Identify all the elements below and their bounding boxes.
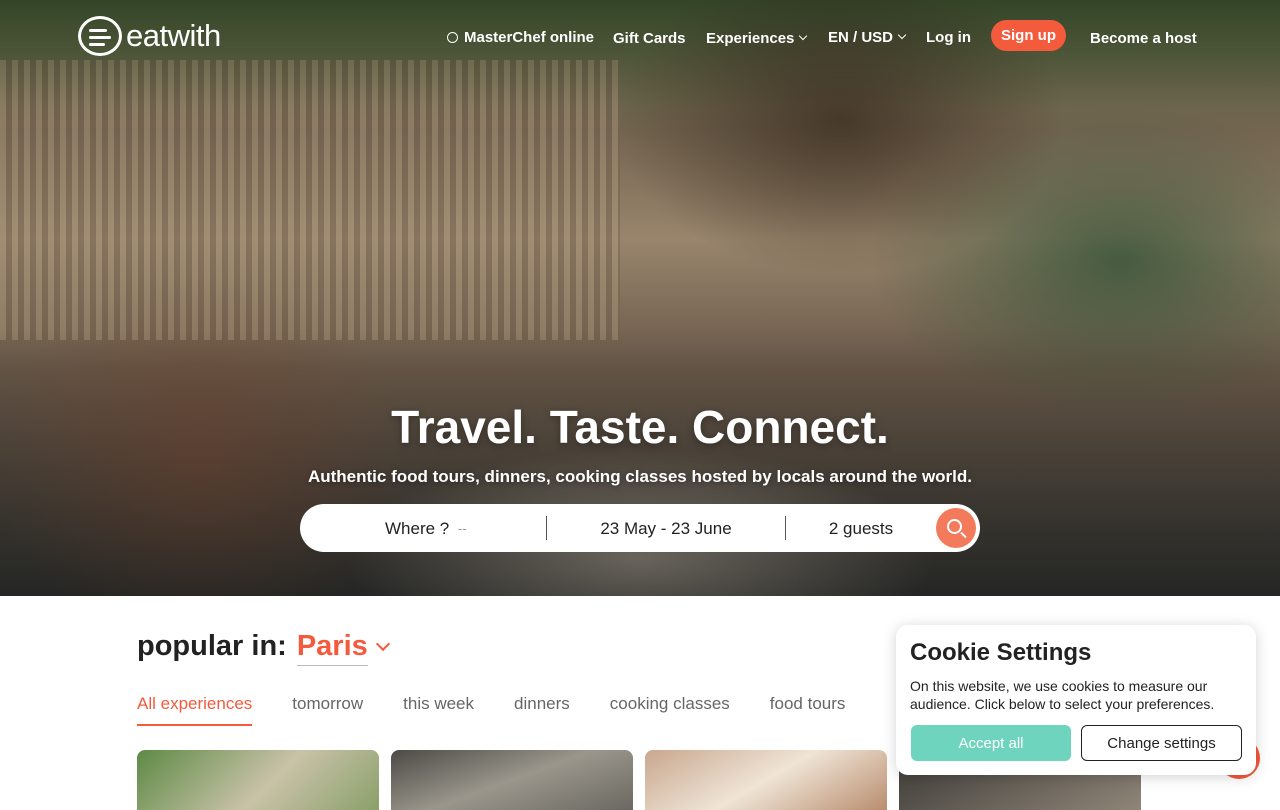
tab-cooking-classes[interactable]: cooking classes [610, 694, 730, 726]
experience-card[interactable] [645, 750, 887, 810]
experience-card[interactable] [137, 750, 379, 810]
guests-field[interactable]: 2 guests [786, 519, 936, 539]
signup-button[interactable]: Sign up [991, 20, 1066, 51]
city-selector[interactable]: Paris [296, 630, 368, 666]
logo-icon [78, 16, 122, 56]
nav-locale[interactable]: EN / USD [828, 24, 907, 50]
cookie-settings-dialog: Cookie Settings On this website, we use … [896, 625, 1256, 775]
where-label: Where ? [385, 519, 450, 538]
cookie-title: Cookie Settings [910, 639, 1092, 666]
popular-heading: popular in: Paris [137, 630, 390, 666]
chevron-down-icon[interactable] [375, 636, 390, 652]
chevron-down-icon [897, 30, 907, 40]
tab-all-experiences[interactable]: All experiences [137, 694, 253, 726]
search-button[interactable] [936, 508, 976, 548]
change-settings-button[interactable]: Change settings [1081, 725, 1242, 761]
eatwith-logo[interactable]: eatwith [78, 16, 221, 56]
hero-headline: Travel. Taste. Connect. [391, 401, 889, 453]
logo-text: eatwith [126, 18, 221, 53]
chevron-down-icon [799, 31, 808, 41]
tab-this-week[interactable]: this week [403, 694, 474, 726]
search-bar: Where ? -- 23 May - 23 June 2 guests [300, 504, 980, 552]
where-input[interactable]: -- [458, 521, 467, 536]
masterchef-icon [447, 31, 458, 43]
experience-tabs: All experiences tomorrow this week dinne… [137, 694, 885, 726]
hero-subline: Authentic food tours, dinners, cooking c… [307, 467, 973, 486]
nav-login[interactable]: Log in [926, 24, 971, 50]
nav-masterchef-online[interactable]: MasterChef online [447, 24, 594, 50]
nav-experiences[interactable]: Experiences [706, 25, 808, 51]
experience-card[interactable] [391, 750, 633, 810]
cookie-text: On this website, we use cookies to measu… [910, 678, 1215, 712]
tab-food-tours[interactable]: food tours [770, 694, 846, 726]
tab-dinners[interactable]: dinners [514, 694, 570, 726]
nav-become-host[interactable]: Become a host [1090, 25, 1197, 51]
search-icon [946, 518, 962, 534]
date-range-field[interactable]: 23 May - 23 June [546, 519, 786, 539]
accept-all-button[interactable]: Accept all [911, 725, 1071, 761]
tab-tomorrow[interactable]: tomorrow [292, 694, 363, 726]
nav-gift-cards[interactable]: Gift Cards [613, 25, 686, 51]
